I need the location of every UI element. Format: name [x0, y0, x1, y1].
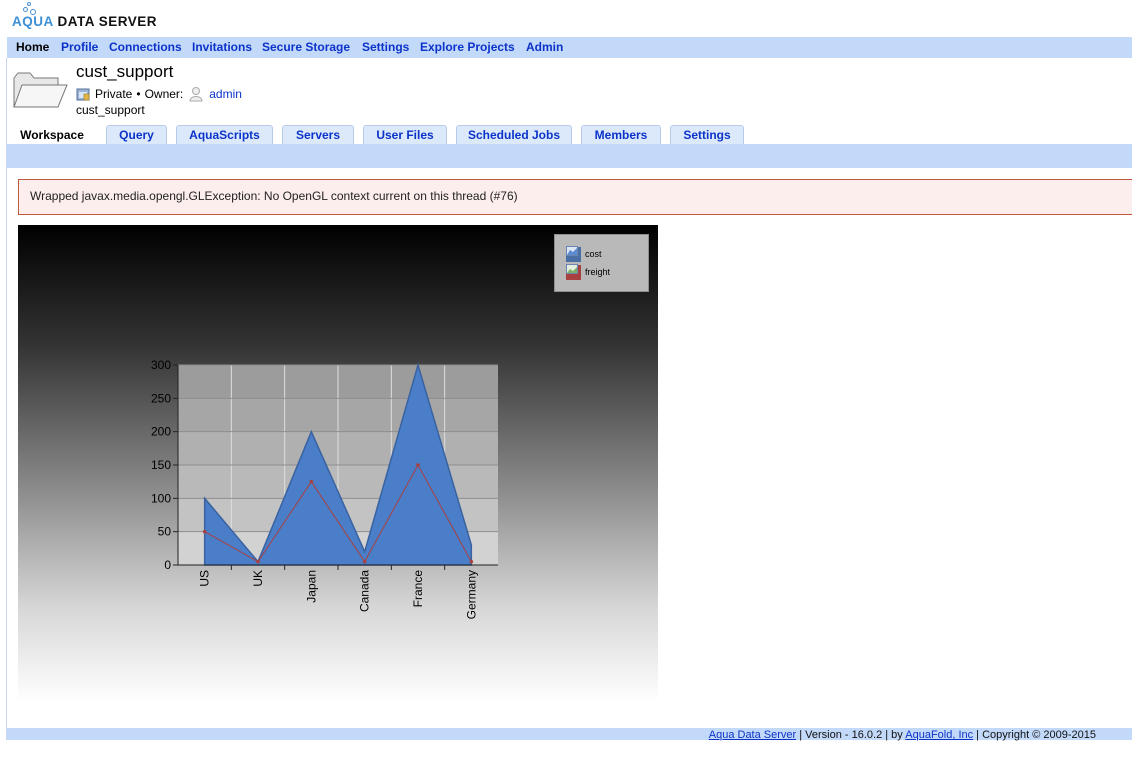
tab-aquascripts[interactable]: AquaScripts	[176, 125, 273, 144]
tab-workspace[interactable]: Workspace	[7, 125, 97, 144]
y-tick-label: 300	[151, 358, 171, 372]
x-tick-label: US	[198, 570, 212, 587]
chart-legend: cost freight	[554, 234, 649, 292]
user-icon	[189, 87, 203, 102]
tab-scheduled-jobs[interactable]: Scheduled Jobs	[456, 125, 572, 144]
footer-copyright: | Copyright © 2009-2015	[973, 729, 1096, 741]
x-tick-label: Canada	[358, 570, 372, 612]
legend-item-freight: freight	[566, 264, 610, 280]
meta-separator: •	[136, 87, 141, 101]
y-tick-label: 0	[164, 558, 171, 572]
x-tick-label: Germany	[464, 570, 478, 619]
area-chart: 0 50 100 150 200 250 300 US UK Japan Canada France G…	[151, 358, 498, 619]
tab-user-files[interactable]: User Files	[363, 125, 447, 144]
lock-icon	[76, 88, 90, 100]
x-tick-label: Japan	[304, 570, 318, 603]
nav-invitations[interactable]: Invitations	[192, 40, 252, 54]
chart-panel: 0 50 100 150 200 250 300 US UK Japan Canada France G…	[18, 225, 658, 702]
footer-text: Aqua Data Server | Version - 16.0.2 | by…	[709, 729, 1096, 741]
footer-link-product[interactable]: Aqua Data Server	[709, 729, 796, 741]
nav-secure-storage[interactable]: Secure Storage	[262, 40, 350, 54]
y-tick-label: 150	[151, 458, 171, 472]
main-nav: Home Profile Connections Invitations Sec…	[7, 37, 1132, 58]
tab-strip	[7, 144, 1132, 168]
nav-admin[interactable]: Admin	[526, 40, 563, 54]
error-message: Wrapped javax.media.opengl.GLException: …	[18, 179, 1132, 215]
nav-profile[interactable]: Profile	[61, 40, 98, 54]
nav-explore-projects[interactable]: Explore Projects	[420, 40, 515, 54]
tab-settings[interactable]: Settings	[670, 125, 744, 144]
project-subtitle: cust_support	[76, 103, 145, 117]
legend-label-freight: freight	[585, 267, 611, 277]
area-chart-icon	[566, 246, 578, 256]
legend-label-cost: cost	[585, 249, 602, 259]
privacy-label: Private	[95, 87, 133, 101]
y-tick-label: 100	[151, 491, 171, 505]
nav-settings[interactable]: Settings	[362, 40, 409, 54]
data-point-freight	[469, 559, 474, 564]
owner-link[interactable]: admin	[209, 87, 242, 101]
data-point-freight	[309, 479, 314, 484]
project-title: cust_support	[76, 62, 174, 81]
data-point-freight	[256, 559, 260, 564]
app-logo: AQUA DATA SERVER	[10, 0, 170, 34]
folder-icon	[13, 72, 68, 108]
brand-name: AQUA DATA SERVER	[12, 14, 158, 29]
y-tick-label: 200	[151, 425, 171, 439]
tab-servers[interactable]: Servers	[282, 125, 354, 144]
x-tick-label: UK	[251, 570, 265, 587]
nav-connections[interactable]: Connections	[109, 40, 182, 54]
x-tick-label: France	[411, 570, 425, 608]
data-point-freight	[202, 529, 207, 534]
tab-members[interactable]: Members	[581, 125, 661, 144]
footer-version: | Version - 16.0.2 | by	[796, 729, 906, 741]
nav-home[interactable]: Home	[16, 40, 49, 54]
legend-item-cost: cost	[566, 246, 602, 262]
y-tick-label: 50	[158, 525, 172, 539]
footer-link-company[interactable]: AquaFold, Inc	[905, 729, 973, 741]
area-chart-icon	[566, 264, 578, 274]
data-point-freight	[416, 463, 420, 467]
y-tick-label: 250	[151, 391, 171, 405]
data-point-freight	[362, 559, 367, 564]
tab-query[interactable]: Query	[106, 125, 167, 144]
project-meta: Private • Owner: admin	[76, 86, 242, 102]
owner-label: Owner:	[144, 87, 184, 101]
